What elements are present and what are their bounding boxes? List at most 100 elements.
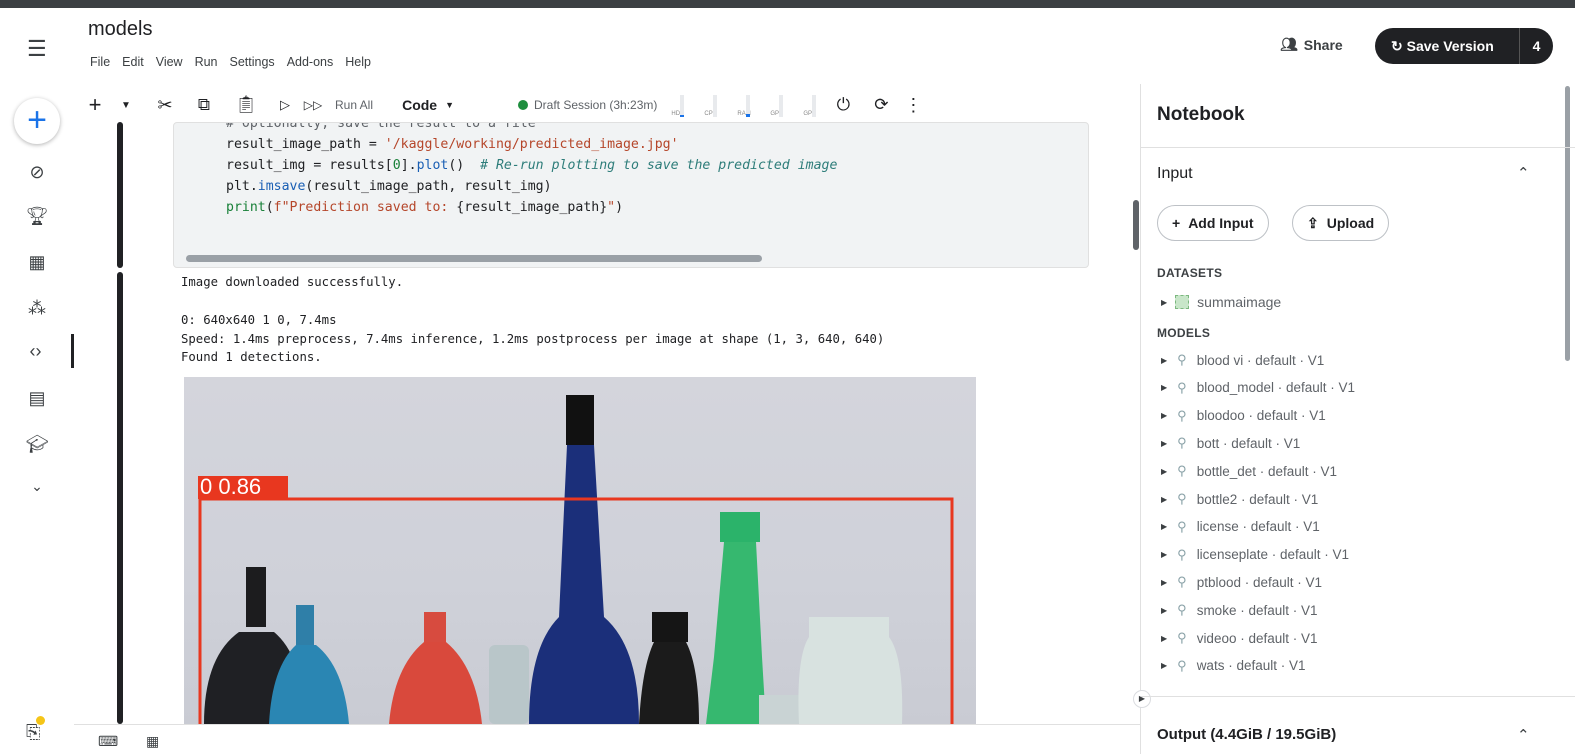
add-cell-icon[interactable]: + <box>84 90 106 120</box>
meter-bar <box>680 95 685 117</box>
chevron-up-icon[interactable]: ⌃ <box>1517 164 1530 182</box>
meter-bar <box>746 95 751 117</box>
model-icon: ⚲ <box>1177 463 1187 479</box>
expand-triangle-icon[interactable]: ▶ <box>1161 661 1167 670</box>
upload-icon: ⇪ <box>1307 214 1319 231</box>
chevron-down-icon[interactable]: ⌄ <box>0 478 74 495</box>
expand-triangle-icon[interactable]: ▶ <box>1161 356 1167 365</box>
model-icon: ⚲ <box>1177 352 1187 367</box>
meter-label: GPU <box>770 111 784 117</box>
meter-label: GPU <box>803 111 817 117</box>
expand-triangle-icon[interactable]: ▶ <box>1161 495 1167 504</box>
cell-type-select[interactable]: Code ▼ <box>384 90 454 120</box>
model-icon: ⚲ <box>1177 491 1187 506</box>
save-version-count[interactable]: 4 <box>1519 28 1553 64</box>
output-section-title[interactable]: Output (4.4GiB / 19.5GiB) <box>1157 726 1336 743</box>
power-icon[interactable]: ⏻ <box>822 90 864 120</box>
run-all-button[interactable]: Run All <box>324 90 384 120</box>
session-status[interactable]: Draft Session (3h:23m) <box>518 98 657 112</box>
menu-view[interactable]: View <box>156 55 183 69</box>
notebook-title[interactable]: models <box>88 18 152 41</box>
session-running-dot <box>518 100 528 110</box>
divider <box>1141 696 1575 697</box>
expand-triangle-icon[interactable]: ▶ <box>1161 298 1167 307</box>
model-icon: ⚲ <box>1177 630 1187 645</box>
paste-icon[interactable]: 📋︎ <box>224 90 268 120</box>
notifications-icon[interactable]: ⎘ <box>26 716 45 743</box>
compass-icon[interactable]: ⊘ <box>0 162 74 183</box>
collapse-panel-button[interactable]: ▶ <box>1133 690 1151 708</box>
chevron-down-icon: ▼ <box>445 100 454 110</box>
dataset-item[interactable]: ▶ summaimage <box>1161 294 1281 310</box>
save-version-button[interactable]: ↻ Save Version 4 <box>1375 28 1553 64</box>
discussion-icon[interactable]: ▤ <box>0 388 74 409</box>
prediction-image: 0 0.86 <box>184 377 976 724</box>
expand-triangle-icon[interactable]: ▶ <box>1161 550 1167 559</box>
model-item[interactable]: ▶ ⚲ bloodoo · default · V1 <box>1161 408 1326 424</box>
notebook-vertical-scrollbar[interactable] <box>1133 200 1139 250</box>
model-icon: ⚲ <box>1177 657 1187 673</box>
learn-icon[interactable]: 🎓︎ <box>0 434 74 455</box>
upload-button[interactable]: ⇪ Upload <box>1292 205 1390 241</box>
model-item[interactable]: ▶ ⚲ bottle2 · default · V1 <box>1161 491 1318 507</box>
code-icon[interactable]: ‹› <box>0 334 74 368</box>
code-horizontal-scrollbar[interactable] <box>186 255 762 262</box>
run-cell-icon[interactable]: ▷ <box>268 90 302 120</box>
expand-triangle-icon[interactable]: ▶ <box>1161 606 1167 615</box>
model-item[interactable]: ▶ ⚲ licenseplate · default · V1 <box>1161 547 1349 563</box>
keyboard-icon[interactable]: ▦ <box>146 733 159 750</box>
meter-label: CPU <box>704 111 718 117</box>
more-options-icon[interactable]: ⋮ <box>898 90 928 120</box>
left-nav-rail: ☰ + ⊘ 🏆︎ ▦ ⁂ ‹› ▤ 🎓︎ ⌄ ⎘ <box>0 8 74 754</box>
chevron-up-icon[interactable]: ⌃ <box>1517 726 1530 744</box>
add-input-button[interactable]: + Add Input <box>1157 205 1269 241</box>
model-item[interactable]: ▶ ⚲ smoke · default · V1 <box>1161 602 1318 618</box>
model-item[interactable]: ▶ ⚲ wats · default · V1 <box>1161 658 1306 674</box>
model-item[interactable]: ▶ ⚲ blood_model · default · V1 <box>1161 380 1355 396</box>
input-section-title[interactable]: Input <box>1157 165 1193 183</box>
menu-file[interactable]: File <box>90 55 110 69</box>
expand-triangle-icon[interactable]: ▶ <box>1161 383 1167 392</box>
run-all-icon[interactable]: ▷▷ <box>302 90 324 120</box>
console-icon[interactable]: ⌨︎ <box>98 733 118 750</box>
hamburger-menu-icon[interactable]: ☰ <box>27 36 47 62</box>
code-cell[interactable]: # Optionally, save the result to a file … <box>173 122 1089 268</box>
expand-triangle-icon[interactable]: ▶ <box>1161 411 1167 420</box>
models-icon[interactable]: ⁂ <box>0 298 74 319</box>
expand-triangle-icon[interactable]: ▶ <box>1161 522 1167 531</box>
copy-icon[interactable]: ⧉ <box>184 90 224 120</box>
menu-addons[interactable]: Add-ons <box>287 55 334 69</box>
expand-triangle-icon[interactable]: ▶ <box>1161 467 1167 476</box>
bottom-bar: ⌨︎ ▦ <box>74 724 1140 754</box>
expand-triangle-icon[interactable]: ▶ <box>1161 634 1167 643</box>
table-icon[interactable]: ▦ <box>0 252 74 273</box>
menu-help[interactable]: Help <box>345 55 371 69</box>
model-item[interactable]: ▶ ⚲ videoo · default · V1 <box>1161 630 1318 646</box>
output-text: Found 1 detections. <box>181 350 322 364</box>
model-item[interactable]: ▶ ⚲ bottle_det · default · V1 <box>1161 463 1337 479</box>
menu-bar: File Edit View Run Settings Add-ons Help <box>90 55 371 69</box>
trophy-icon[interactable]: 🏆︎ <box>0 206 74 227</box>
detection-label: 0 0.86 <box>200 474 262 499</box>
resource-meters[interactable]: HDD CPU RAM GPU GPU <box>671 93 816 117</box>
model-item[interactable]: ▶ ⚲ ptblood · default · V1 <box>1161 574 1322 590</box>
model-item[interactable]: ▶ ⚲ blood vi · default · V1 <box>1161 352 1324 368</box>
menu-run[interactable]: Run <box>195 55 218 69</box>
meter-bar <box>713 95 718 117</box>
expand-triangle-icon[interactable]: ▶ <box>1161 578 1167 587</box>
output-text: Speed: 1.4ms preprocess, 7.4ms inference… <box>181 332 885 346</box>
model-item[interactable]: ▶ ⚲ bott · default · V1 <box>1161 435 1300 451</box>
menu-settings[interactable]: Settings <box>230 55 275 69</box>
model-item[interactable]: ▶ ⚲ license · default · V1 <box>1161 519 1320 535</box>
output-cell-indicator <box>117 272 123 724</box>
create-plus-button[interactable]: + <box>14 98 60 144</box>
add-cell-dropdown-icon[interactable]: ▼ <box>106 90 146 120</box>
cut-icon[interactable]: ✂ <box>146 90 184 120</box>
code-line: result_image_path = '/kaggle/working/pre… <box>226 137 679 152</box>
restart-icon[interactable]: ⟳ <box>864 90 898 120</box>
expand-triangle-icon[interactable]: ▶ <box>1161 439 1167 448</box>
share-button[interactable]: 👥︎ Share <box>1280 36 1343 53</box>
menu-edit[interactable]: Edit <box>122 55 144 69</box>
model-icon: ⚲ <box>1177 407 1187 423</box>
panel-scrollbar[interactable] <box>1565 86 1570 361</box>
